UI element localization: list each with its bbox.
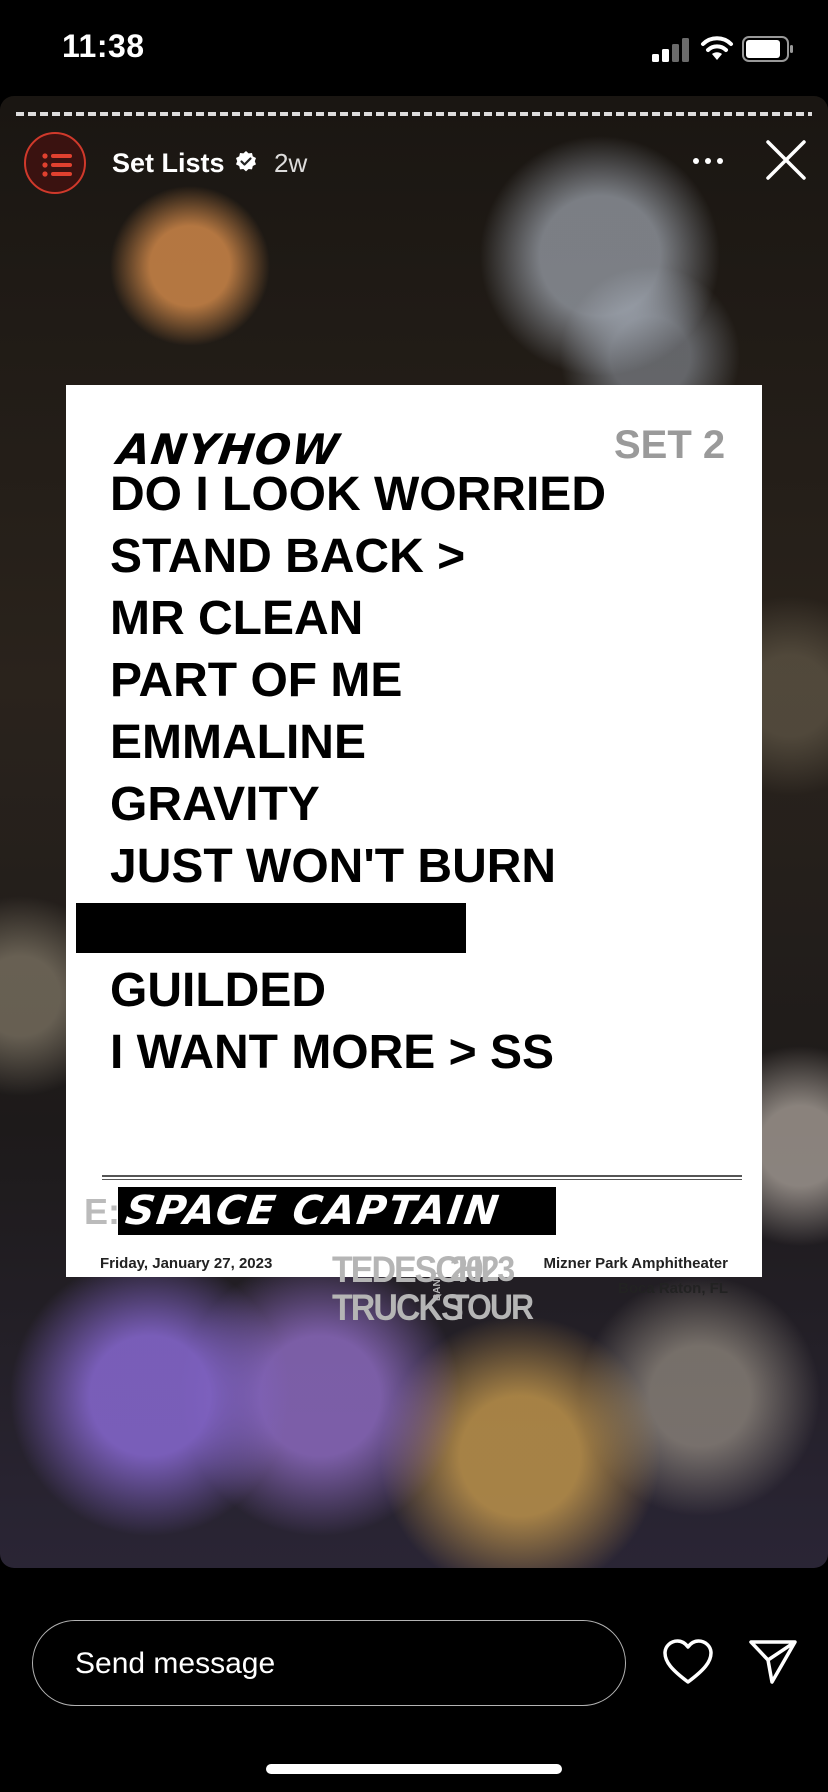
send-icon[interactable] [748, 1638, 798, 1686]
send-message-input[interactable]: Send message [32, 1620, 626, 1706]
menu-list-icon [42, 153, 72, 177]
song-item: I WANT MORE > SS [110, 1026, 555, 1079]
story-viewer[interactable]: Set Lists 2w ANYHOW SET 2 DO I LOOK WORR… [0, 96, 828, 1568]
song-item: EMMALINE [110, 716, 366, 769]
status-time: 11:38 [62, 28, 145, 64]
logo-band: BAND [432, 1272, 443, 1301]
signal-icon [652, 38, 689, 62]
song-item: GRAVITY [110, 778, 320, 831]
set-label: SET 2 [614, 423, 726, 467]
song-item: GUILDED [110, 964, 326, 1017]
setlist-image: ANYHOW SET 2 DO I LOOK WORRIED STAND BAC… [66, 385, 762, 1329]
song-list: DO I LOOK WORRIED STAND BACK > MR CLEAN … [76, 465, 606, 1085]
home-indicator [266, 1764, 562, 1774]
divider [102, 1175, 742, 1177]
wifi-icon [701, 36, 733, 60]
venue-city: Boca Raton, FL [617, 1280, 728, 1297]
post-age: 2w [274, 148, 308, 178]
redacted-song [76, 899, 606, 961]
venue-name: Mizner Park Amphitheater [543, 1255, 729, 1272]
battery-icon [742, 36, 793, 62]
avatar[interactable] [24, 132, 86, 194]
story-progress-bar [16, 112, 812, 116]
status-bar: 11:38 [0, 0, 828, 96]
encore-prefix: E: [84, 1191, 120, 1232]
song-item: PART OF ME [110, 654, 403, 707]
verified-badge-icon [236, 151, 256, 172]
show-date: Friday, January 27, 2023 [100, 1255, 273, 1272]
song-item: STAND BACK > [110, 530, 466, 583]
encore-song: SPACE CAPTAIN [122, 1188, 504, 1234]
logo-tour: TOUR [450, 1287, 534, 1327]
send-message-placeholder: Send message [75, 1647, 276, 1680]
heart-icon[interactable] [662, 1638, 714, 1686]
song-item: MR CLEAN [110, 592, 364, 645]
account-name[interactable]: Set Lists [112, 148, 225, 179]
logo-year: 2023 [450, 1249, 515, 1289]
tour-logo: TEDESCHI TRUCKS BAND 2023 TOUR [330, 1249, 534, 1331]
divider [102, 1179, 742, 1180]
more-icon[interactable] [688, 146, 728, 176]
song-item: DO I LOOK WORRIED [110, 468, 606, 521]
redaction-bar [76, 903, 466, 953]
close-icon[interactable] [762, 136, 810, 184]
song-item: JUST WON'T BURN [110, 840, 557, 893]
